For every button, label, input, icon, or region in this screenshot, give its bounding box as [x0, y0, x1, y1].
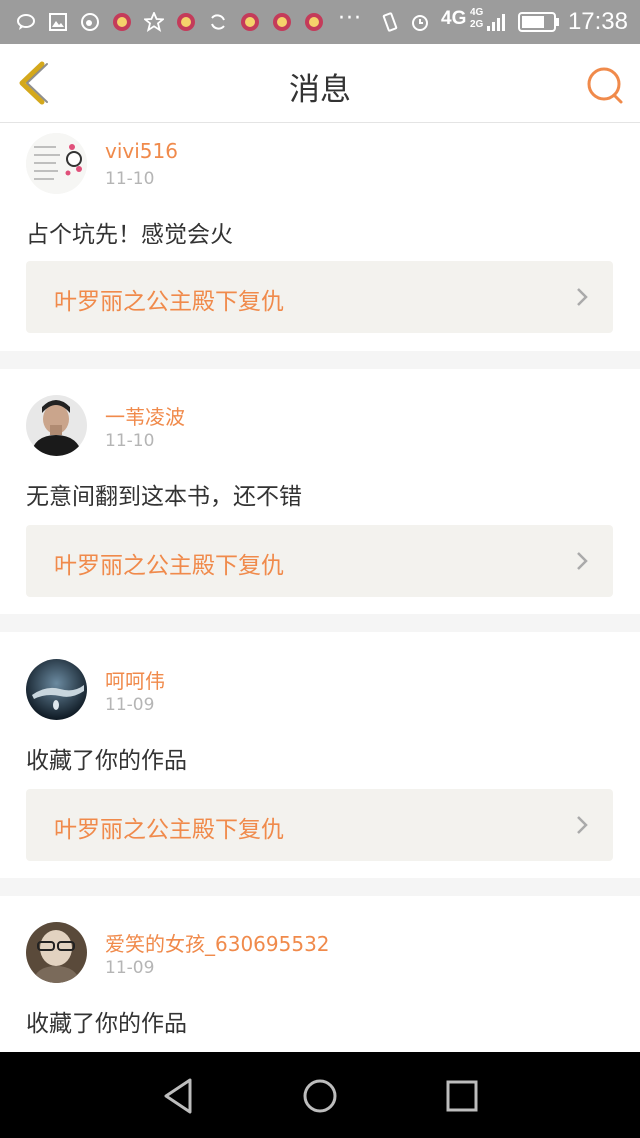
network-type: 4G — [441, 8, 467, 29]
avatar-image — [26, 659, 87, 720]
message-card: vivi516 11-10 占个坑先！感觉会火 叶罗丽之公主殿下复仇 — [0, 123, 640, 351]
avatar[interactable] — [26, 659, 87, 720]
message-date: 11-09 — [105, 695, 155, 715]
avatar[interactable] — [26, 922, 87, 983]
signal-icon — [487, 14, 505, 31]
username[interactable]: 一苇凌波 — [105, 401, 185, 430]
book-title: 叶罗丽之公主殿下复仇 — [54, 817, 284, 843]
network-sub-type: 4G 2G — [470, 7, 484, 30]
more-notifications-icon: ··· — [338, 6, 362, 31]
battery-icon — [518, 12, 559, 32]
app-notification-icon — [241, 13, 259, 31]
gallery-icon — [49, 13, 67, 31]
app-notification-icon — [305, 13, 323, 31]
home-circle-icon[interactable] — [300, 1076, 340, 1116]
message-text: 无意间翻到这本书，还不错 — [26, 484, 302, 510]
message-date: 11-09 — [105, 958, 155, 978]
username[interactable]: vivi516 — [105, 139, 178, 163]
message-text: 收藏了你的作品 — [26, 748, 187, 774]
book-link[interactable]: 叶罗丽之公主殿下复仇 — [26, 525, 613, 597]
message-text: 占个坑先！感觉会火 — [26, 222, 233, 248]
star-icon — [144, 12, 164, 32]
header-bar: 消息 — [0, 44, 640, 123]
book-link[interactable]: 叶罗丽之公主殿下复仇 — [26, 789, 613, 861]
page-title: 消息 — [289, 72, 351, 108]
chevron-right-icon — [577, 816, 588, 834]
chevron-right-icon — [577, 288, 588, 306]
vibrate-icon — [382, 12, 398, 32]
app-notification-icon — [177, 13, 195, 31]
chevron-right-icon — [577, 552, 588, 570]
search-icon[interactable] — [584, 64, 626, 106]
message-text: 收藏了你的作品 — [26, 1011, 187, 1037]
message-card: 呵呵伟 11-09 收藏了你的作品 叶罗丽之公主殿下复仇 — [0, 632, 640, 878]
message-date: 11-10 — [105, 169, 155, 189]
message-card: 爱笑的女孩_630695532 11-09 收藏了你的作品 — [0, 896, 640, 1052]
avatar[interactable] — [26, 133, 87, 194]
navigation-bar — [0, 1052, 640, 1138]
username[interactable]: 爱笑的女孩_630695532 — [105, 928, 330, 957]
book-link[interactable]: 叶罗丽之公主殿下复仇 — [26, 261, 613, 333]
message-card: 一苇凌波 11-10 无意间翻到这本书，还不错 叶罗丽之公主殿下复仇 — [0, 369, 640, 614]
clock: 17:38 — [567, 8, 628, 35]
app-notification-icon — [113, 13, 131, 31]
back-triangle-icon[interactable] — [158, 1076, 198, 1116]
status-bar: ··· 4G 4G 2G 17:38 — [0, 0, 640, 44]
avatar[interactable] — [26, 395, 87, 456]
alarm-icon — [412, 15, 428, 31]
avatar-image — [26, 922, 87, 983]
book-title: 叶罗丽之公主殿下复仇 — [54, 553, 284, 579]
book-title: 叶罗丽之公主殿下复仇 — [54, 289, 284, 315]
chat-bubble-icon — [17, 14, 35, 30]
recents-square-icon[interactable] — [442, 1076, 482, 1116]
app-notification-icon — [273, 13, 291, 31]
weibo-icon — [81, 13, 99, 31]
sync-icon — [211, 14, 225, 30]
avatar-image — [26, 133, 87, 194]
message-date: 11-10 — [105, 431, 155, 451]
username[interactable]: 呵呵伟 — [105, 665, 165, 694]
avatar-image — [26, 395, 87, 456]
